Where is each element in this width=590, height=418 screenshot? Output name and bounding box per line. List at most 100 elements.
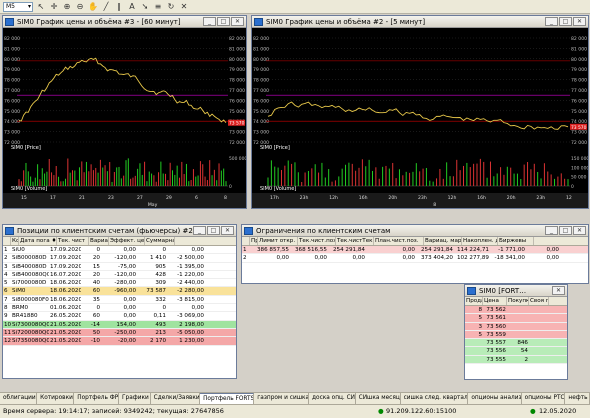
workspace-tab[interactable]: Сделки/Заявки [151, 393, 201, 404]
x-tick: 17h [270, 195, 279, 201]
workspace-tab[interactable]: Котировки [37, 393, 75, 404]
column-header[interactable]: Продаж [465, 297, 483, 305]
column-header[interactable]: Своя пр [529, 297, 549, 305]
table-row[interactable]: 8 73 562 [465, 306, 567, 315]
table-row[interactable]: 1 SiU0 17.09.2020 0 0,00 0 0,00 [3, 246, 236, 255]
chart-window-5min-title[interactable]: SIМ0 График цены и объёма #2 - [5 минут]… [252, 16, 588, 28]
workspace-tab[interactable]: Портфель ФР [74, 393, 119, 404]
table-cell: 0,00 [123, 305, 136, 312]
line-tool-icon[interactable]: ╱ [101, 2, 111, 12]
close-icon[interactable]: ✕ [573, 17, 586, 26]
workspace-tab[interactable]: Портфель FORTS [200, 393, 255, 404]
quotes-window-title[interactable]: SIМ0 [FORT… ✕ [465, 285, 567, 297]
column-header[interactable]: Тек.чист.поз. [298, 237, 336, 245]
close-icon[interactable]: ✕ [573, 226, 586, 235]
chart-area[interactable]: SIМ0 [Price] SIМ0 [Volume] 82 000 82 000 81 … [252, 28, 588, 208]
column-header[interactable]: Тек.чистТек.чист.поз. [336, 237, 374, 245]
minimize-icon[interactable]: _ [545, 17, 558, 26]
column-header[interactable]: Накоплен. доход [462, 237, 498, 245]
crosshair-icon[interactable]: ✛ [49, 2, 59, 12]
chart-area[interactable]: SIМ0 [Price] SIМ0 [Volume] 82 000 82 000 81 … [3, 28, 246, 208]
table-cell: 73 587 [146, 288, 166, 295]
column-header[interactable]: Лимит откр. по [258, 237, 298, 245]
chart-window-60min-title[interactable]: SIМ0 График цены и объёма #3 - [60 минут… [3, 16, 246, 28]
table-cell: -14 [90, 321, 100, 328]
close-icon[interactable]: ✕ [552, 286, 565, 295]
table-row[interactable]: 2 SiB000080D 17.09.2020 20 -120,00 1 410 -2 50… [3, 254, 236, 263]
column-header[interactable]: План.чист.поз. [374, 237, 424, 245]
price-volume-chart-60min[interactable]: SIМ0 [Price]SIМ0 [Volume]82 000 82 00081 … [3, 28, 246, 208]
table-row[interactable]: 3 73 560 [465, 322, 567, 331]
column-header[interactable]: Цена [483, 297, 507, 305]
maximize-icon[interactable]: □ [559, 226, 572, 235]
minimize-icon[interactable]: _ [203, 17, 216, 26]
workspace-tab[interactable]: доска опц. СИ [309, 393, 356, 404]
table-cell: 73 555 [486, 356, 506, 363]
column-header[interactable]: Предыд. лим. [250, 237, 258, 245]
cursor-icon[interactable]: ↖ [36, 2, 46, 12]
cycle-tool-icon[interactable]: ↻ [166, 2, 176, 12]
workspace-tab[interactable]: газпром и сишка [254, 393, 310, 404]
channel-tool-icon[interactable]: ∥ [114, 2, 124, 12]
positions-window-title[interactable]: Позиции по клиентским счетам (фьючерсы) … [3, 225, 236, 237]
column-header[interactable]: Код инструмента [11, 237, 19, 245]
interval-select[interactable]: M5 [3, 1, 33, 12]
close-icon[interactable]: ✕ [221, 226, 234, 235]
y-tick-right: 72 000 [571, 140, 587, 146]
table-row[interactable]: 5 73 559 [465, 330, 567, 340]
table-row[interactable]: 3 SiB400080D 17.09.2020 15 -75,00 905 -1 395,0… [3, 263, 236, 271]
pan-icon[interactable]: ✋ [88, 2, 98, 12]
workspace-tab[interactable]: сишка след. квартал. [401, 393, 469, 404]
y-tick-right: 77 000 [571, 88, 587, 94]
table-row[interactable]: 1 386 857,55 368 516,55 254 291,84 0,00 254 2… [242, 246, 588, 255]
delete-tool-icon[interactable]: ✕ [179, 2, 189, 12]
maximize-icon[interactable]: □ [559, 17, 572, 26]
table-row[interactable]: 7 Si8000080F0 18.06.2020 35 0,00 332 -3 815,00 [3, 296, 236, 305]
x-tick: 23 [108, 195, 114, 201]
fibo-tool-icon[interactable]: ≡ [153, 2, 163, 12]
table-row[interactable]: 10 Si7300080Q0 21.05.2020 -14 154,00 493 2 198… [3, 320, 236, 329]
workspace-tab[interactable]: Графики [119, 393, 151, 404]
column-header[interactable]: Покупка [507, 297, 529, 305]
arrow-tool-icon[interactable]: ➘ [140, 2, 150, 12]
x-tick: 12h [329, 195, 338, 201]
workspace-tab[interactable]: облигации [0, 393, 38, 404]
workspace-tab[interactable]: опционы РТС [522, 393, 566, 404]
maximize-icon[interactable]: □ [207, 226, 220, 235]
minimize-icon[interactable]: _ [545, 226, 558, 235]
workspace-tab[interactable]: СИшка месяц [356, 393, 401, 404]
column-header[interactable]: Дата пога ♦ [19, 237, 57, 245]
table-row[interactable]: 73 555 2 [465, 355, 567, 365]
table-row[interactable]: 5 73 561 [465, 314, 567, 323]
table-row[interactable]: 4 SiB400080Q0 16.07.2020 20 -120,00 428 -1 220… [3, 271, 236, 280]
zoom-in-icon[interactable]: ⊕ [62, 2, 72, 12]
zoom-out-icon[interactable]: ⊖ [75, 2, 85, 12]
limits-window-title[interactable]: Ограничения по клиентским счетам _ □ ✕ [242, 225, 588, 237]
close-icon[interactable]: ✕ [231, 17, 244, 26]
table-cell: 10 [4, 321, 11, 328]
table-cell: 73 556 [486, 348, 506, 355]
table-row[interactable]: 6 SiM0 18.06.2020 60 -960,00 73 587 -2 280,00 [3, 287, 236, 296]
column-header[interactable]: Эффект. цена [109, 237, 145, 245]
table-row[interactable]: 11 Si7200080Q0 21.05.2020 50 -250,00 213 -5 05… [3, 328, 236, 338]
table-row[interactable]: 73 557 846 [465, 339, 567, 348]
price-volume-chart-5min[interactable]: SIМ0 [Price]SIМ0 [Volume]82 000 82 00081 … [252, 28, 588, 208]
maximize-icon[interactable]: □ [217, 17, 230, 26]
table-row[interactable]: 9 BR41880 26.05.2020 60 0,00 0,11 -3 069,00 [3, 312, 236, 321]
table-row[interactable]: 2 0,00 0,00 0,00 0,00 373 404,20 102 277,89 -18… [242, 254, 588, 263]
column-header[interactable]: Вариац. маржа [424, 237, 462, 245]
column-header[interactable]: Суммарная в. [145, 237, 175, 245]
table-row[interactable]: 5 Si7000080D 18.06.2020 40 -280,00 309 -2 440,… [3, 279, 236, 288]
workspace-tab[interactable]: нефть [565, 393, 590, 404]
table-row[interactable]: 73 556 54 [465, 347, 567, 356]
workspace-tab[interactable]: опционы анализ [468, 393, 522, 404]
column-header[interactable]: Биржевы [498, 237, 534, 245]
y-tick-right: 79 000 [229, 67, 245, 73]
table-row[interactable]: 8 BRM0 01.06.2020 0 0,00 0 0,00 [3, 304, 236, 313]
table-row[interactable]: 12 Si7350080Q0 21.05.2020 -10 -20,00 2 170 1 2… [3, 337, 236, 346]
column-header[interactable]: Тек. чист [57, 237, 89, 245]
chart-window-5min: SIМ0 График цены и объёма #2 - [5 минут]… [251, 15, 589, 209]
text-tool-icon[interactable]: A [127, 2, 137, 12]
minimize-icon[interactable]: _ [193, 226, 206, 235]
column-header[interactable]: Вариац. маржа [89, 237, 109, 245]
